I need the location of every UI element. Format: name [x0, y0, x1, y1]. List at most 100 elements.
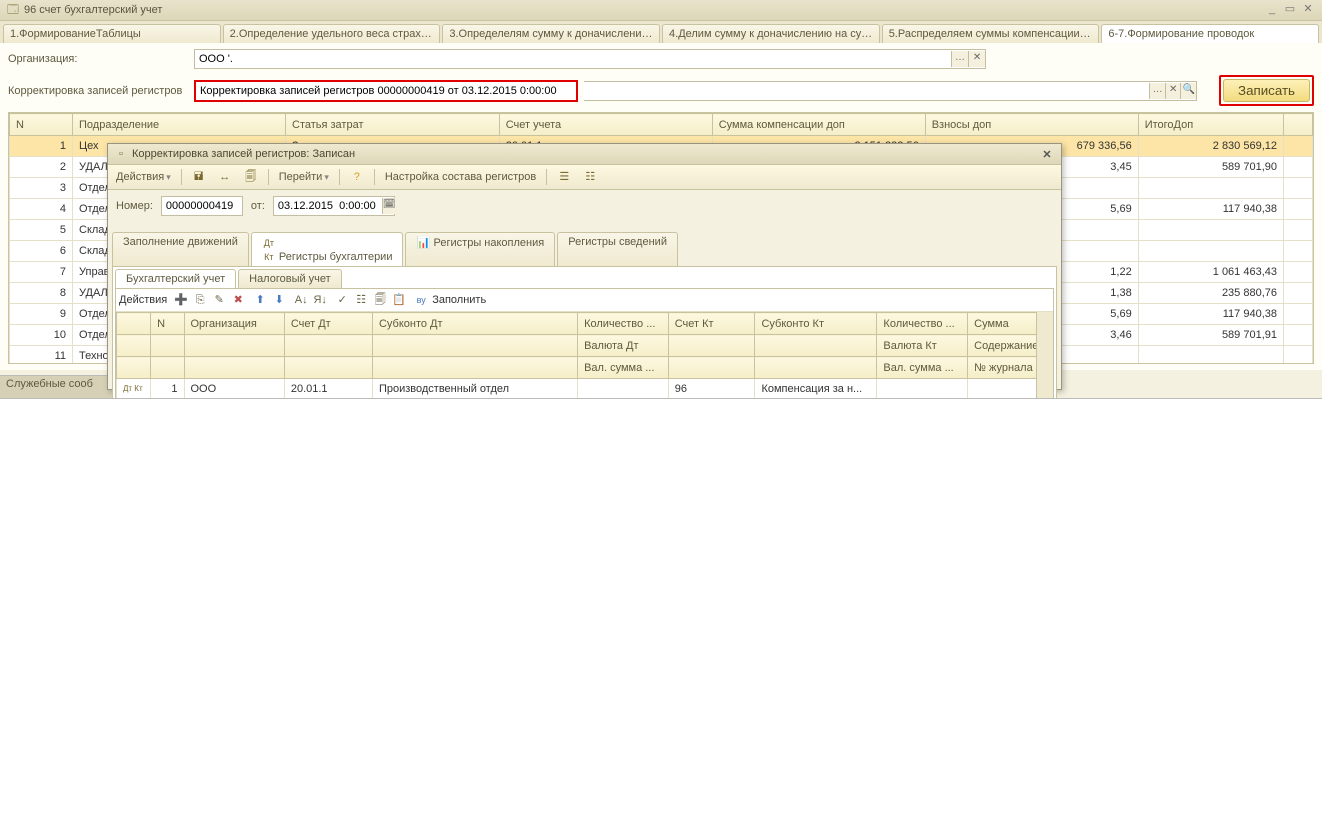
add-icon[interactable]: ➕: [173, 292, 189, 308]
num-input[interactable]: [162, 198, 246, 214]
inner-col[interactable]: [117, 357, 151, 379]
corr-field-highlight: [194, 80, 578, 102]
tab-1[interactable]: 1.ФормированиеТаблицы: [3, 24, 221, 43]
inner-col[interactable]: [117, 313, 151, 335]
inner-col[interactable]: N: [151, 313, 184, 335]
org-label: Организация:: [8, 53, 188, 65]
calendar-icon[interactable]: 🗓: [382, 198, 396, 214]
delete-icon[interactable]: ✖: [230, 292, 246, 308]
tb-icon-1[interactable]: 🖬: [188, 168, 210, 186]
tab-3[interactable]: 3.Определелям сумму к доначислению ...: [442, 24, 660, 43]
col-vz[interactable]: Взносы доп: [925, 114, 1138, 136]
inner-col[interactable]: [151, 335, 184, 357]
mtab1-2[interactable]: 📊 Регистры накопления: [405, 232, 555, 266]
main-tabs: 1.ФормированиеТаблицы 2.Определение удел…: [0, 21, 1322, 43]
tab-2[interactable]: 2.Определение удельного веса страховы...: [223, 24, 441, 43]
tb-icon-list2[interactable]: ☷: [579, 168, 601, 186]
col-n[interactable]: N: [10, 114, 73, 136]
tb-i4[interactable]: 📋: [391, 292, 407, 308]
close-icon[interactable]: ✕: [1300, 3, 1316, 17]
inner-col[interactable]: Счет Дт: [284, 313, 372, 335]
register-settings[interactable]: Настройка состава регистров: [381, 168, 540, 186]
modal-tabs-row1: Заполнение движений Дт Кт Регистры бухга…: [108, 232, 1061, 266]
inner-col[interactable]: Количество ...: [578, 313, 669, 335]
corr-clear-icon[interactable]: ✕: [1165, 83, 1181, 99]
col-it[interactable]: ИтогоДоп: [1138, 114, 1283, 136]
inner-row[interactable]: Дт Кт 1 ООО 20.01.1 Производственный отд…: [117, 379, 1053, 400]
restore-icon[interactable]: ▭: [1282, 3, 1298, 17]
inner-col[interactable]: Валюта Дт: [578, 335, 669, 357]
sort-az-icon[interactable]: A↓: [293, 292, 309, 308]
inner-col[interactable]: [755, 335, 877, 357]
inner-col[interactable]: [372, 357, 577, 379]
col-dep[interactable]: Подразделение: [73, 114, 286, 136]
goto-menu[interactable]: Перейти: [275, 168, 333, 186]
inner-col[interactable]: Вал. сумма ...: [877, 357, 968, 379]
movedown-icon[interactable]: ⬇: [271, 292, 287, 308]
org-input[interactable]: [195, 51, 951, 67]
org-select-icon[interactable]: …: [951, 51, 968, 67]
tb-icon-3[interactable]: 🗐: [240, 168, 262, 186]
help-icon[interactable]: ?: [346, 168, 368, 186]
mtab2-1[interactable]: Налоговый учет: [238, 269, 342, 288]
inner-toolbar: Действия ➕ ⎘ ✎ ✖ ⬆ ⬇ A↓ Я↓ ✓ ☷ 🗐 📋: [116, 289, 1053, 312]
date-input[interactable]: [274, 198, 382, 214]
inner-col[interactable]: [284, 357, 372, 379]
inner-col[interactable]: Количество ...: [877, 313, 968, 335]
dtkt-icon: Дт Кт: [262, 236, 276, 250]
copy-icon[interactable]: ⎘: [192, 292, 208, 308]
col-sum[interactable]: Сумма компенсации доп: [712, 114, 925, 136]
inner-col[interactable]: [184, 335, 284, 357]
corr-label: Корректировка записей регистров: [8, 85, 188, 97]
tb-i1[interactable]: ✓: [334, 292, 350, 308]
inner-col[interactable]: [184, 357, 284, 379]
write-button[interactable]: Записать: [1223, 79, 1310, 102]
inner-col[interactable]: [151, 357, 184, 379]
minimize-icon[interactable]: _: [1264, 3, 1280, 17]
col-art[interactable]: Статья затрат: [286, 114, 500, 136]
inner-col[interactable]: Валюта Кт: [877, 335, 968, 357]
org-clear-icon[interactable]: ✕: [968, 51, 985, 67]
inner-actions[interactable]: Действия: [119, 294, 167, 306]
mtab2-0[interactable]: Бухгалтерский учет: [115, 269, 236, 288]
inner-col[interactable]: Вал. сумма ...: [578, 357, 669, 379]
corr-open-icon[interactable]: 🔍: [1180, 83, 1196, 99]
tab-6[interactable]: 6-7.Формирование проводок: [1101, 24, 1319, 43]
mtab1-1[interactable]: Дт Кт Регистры бухгалтерии: [251, 232, 404, 266]
moveup-icon[interactable]: ⬆: [252, 292, 268, 308]
corr-input[interactable]: [196, 83, 576, 99]
sort-za-icon[interactable]: Я↓: [312, 292, 328, 308]
mtab1-3[interactable]: Регистры сведений: [557, 232, 678, 266]
dtkt-row-icon: Дт Кт: [123, 382, 137, 396]
inner-scrollbar[interactable]: [1036, 312, 1053, 399]
register-correction-dialog: ▫ Корректировка записей регистров: Запис…: [107, 143, 1062, 390]
inner-col[interactable]: [117, 335, 151, 357]
inner-col[interactable]: [284, 335, 372, 357]
inner-col[interactable]: [372, 335, 577, 357]
edit-icon[interactable]: ✎: [211, 292, 227, 308]
fill-button[interactable]: Заполнить: [432, 294, 486, 306]
actions-menu[interactable]: Действия: [112, 168, 175, 186]
mtab1-0[interactable]: Заполнение движений: [112, 232, 249, 266]
tb-i2[interactable]: ☷: [353, 292, 369, 308]
tb-icon-2[interactable]: ↔: [214, 168, 236, 186]
window-title: 96 счет бухгалтерский учет: [24, 4, 162, 16]
col-acc[interactable]: Счет учета: [499, 114, 712, 136]
inner-col[interactable]: [668, 335, 755, 357]
inner-col[interactable]: Счет Кт: [668, 313, 755, 335]
inner-col[interactable]: Субконто Кт: [755, 313, 877, 335]
tb-i5[interactable]: ву ну: [413, 292, 429, 308]
corr-input-ext[interactable]: [584, 83, 1149, 99]
corr-select-icon[interactable]: …: [1149, 83, 1165, 99]
tb-i3[interactable]: 🗐: [372, 292, 388, 308]
tab-5[interactable]: 5.Распределяем суммы компенсации и с...: [882, 24, 1100, 43]
inner-col[interactable]: [755, 357, 877, 379]
inner-col[interactable]: Субконто Дт: [372, 313, 577, 335]
num-label: Номер:: [116, 200, 153, 212]
tab-4[interactable]: 4.Делим сумму к доначислению на сумм...: [662, 24, 880, 43]
inner-col[interactable]: [668, 357, 755, 379]
inner-col[interactable]: Организация: [184, 313, 284, 335]
modal-title: Корректировка записей регистров: Записан: [132, 148, 355, 160]
modal-close-icon[interactable]: ✕: [1039, 148, 1055, 161]
tb-icon-list1[interactable]: ☰: [553, 168, 575, 186]
